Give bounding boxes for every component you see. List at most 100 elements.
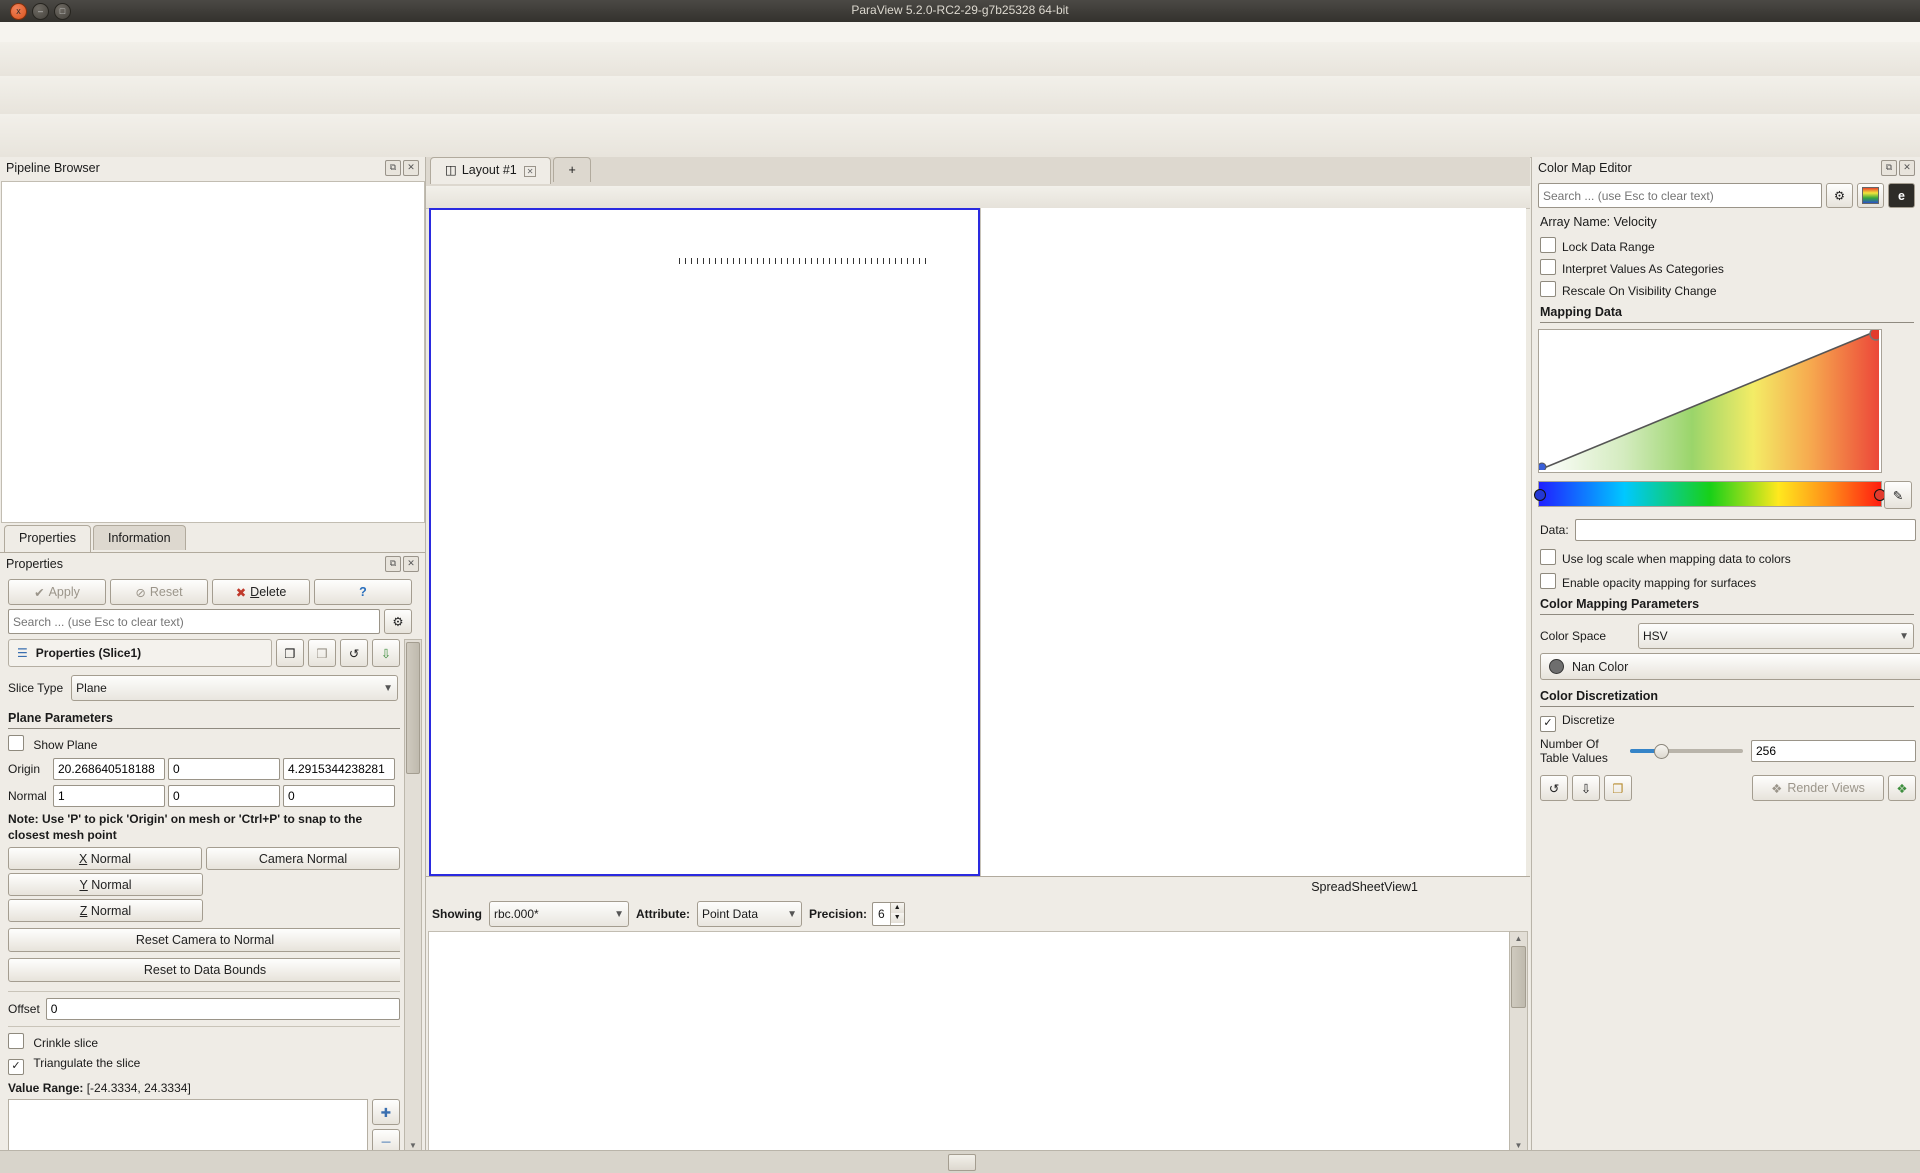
data-value-field[interactable] bbox=[1575, 519, 1916, 541]
showing-dropdown[interactable]: rbc.000*▼ bbox=[489, 901, 629, 927]
mapping-data-heading: Mapping Data bbox=[1540, 305, 1914, 323]
search-options-gear-icon[interactable]: ⚙ bbox=[384, 609, 412, 634]
render-views-button[interactable]: ❖Render Views bbox=[1752, 775, 1884, 801]
color-transfer-strip[interactable] bbox=[1538, 481, 1882, 507]
color-space-dropdown[interactable]: HSV▼ bbox=[1638, 623, 1914, 649]
save-as-default-icon[interactable]: ⇩ bbox=[1572, 775, 1600, 801]
choose-preset-icon[interactable] bbox=[1857, 183, 1884, 208]
new-layout-tab[interactable]: + bbox=[553, 157, 590, 182]
interpret-categories-checkbox[interactable] bbox=[1540, 259, 1556, 275]
render-views-now-icon[interactable]: ❖ bbox=[1888, 775, 1916, 801]
properties-search-input[interactable] bbox=[8, 609, 380, 634]
discretize-checkbox[interactable]: ✓ bbox=[1540, 716, 1556, 732]
float-panel-icon[interactable]: ⧉ bbox=[1881, 160, 1897, 176]
close-panel-icon[interactable]: ✕ bbox=[403, 556, 419, 572]
add-value-button[interactable]: ✚ bbox=[372, 1099, 400, 1125]
cme-search-input[interactable] bbox=[1538, 183, 1822, 208]
spreadsheet-vscrollbar[interactable]: ▲ ▼ bbox=[1509, 931, 1528, 1151]
search-options-gear-icon[interactable]: ⚙ bbox=[1826, 183, 1853, 208]
reset-defaults-icon[interactable]: ↺ bbox=[340, 639, 368, 667]
view-toolbar bbox=[426, 186, 1530, 209]
show-plane-label: Show Plane bbox=[33, 738, 97, 752]
slice-type-dropdown[interactable]: Plane▼ bbox=[71, 675, 398, 701]
render-view[interactable] bbox=[429, 208, 980, 876]
copy-properties-icon[interactable]: ❐ bbox=[276, 639, 304, 667]
x-normal-button[interactable]: X Normal bbox=[8, 847, 202, 870]
transfer-handle-start[interactable] bbox=[1539, 463, 1546, 470]
cme-title: Color Map Editor bbox=[1538, 161, 1632, 175]
log-scale-checkbox[interactable] bbox=[1540, 549, 1556, 565]
lock-data-range-checkbox[interactable] bbox=[1540, 237, 1556, 253]
crinkle-slice-checkbox[interactable] bbox=[8, 1033, 24, 1049]
apply-button[interactable]: ✔Apply bbox=[8, 579, 106, 605]
table-values-row: Number Of Table Values bbox=[1540, 737, 1916, 766]
table-values-slider[interactable] bbox=[1630, 749, 1743, 753]
properties-scrollbar[interactable]: ▼ bbox=[404, 639, 422, 1153]
y-normal-label: Normal bbox=[91, 878, 131, 892]
table-values-field[interactable] bbox=[1751, 740, 1916, 762]
pipeline-tree[interactable] bbox=[1, 181, 425, 523]
help-button[interactable]: ? bbox=[314, 579, 412, 605]
nan-color-button[interactable]: Nan Color bbox=[1540, 653, 1920, 680]
camera-normal-button[interactable]: Camera Normal bbox=[206, 847, 400, 870]
float-panel-icon[interactable]: ⧉ bbox=[385, 160, 401, 176]
float-panel-icon[interactable]: ⧉ bbox=[385, 556, 401, 572]
save-as-preset-icon[interactable]: e bbox=[1888, 183, 1915, 208]
transfer-handle-end[interactable] bbox=[1870, 330, 1879, 340]
scalar-colorbar[interactable] bbox=[679, 238, 929, 277]
reset-to-data-bounds-button[interactable]: Reset to Data Bounds bbox=[8, 958, 400, 982]
main-toolbar bbox=[0, 42, 1920, 77]
attribute-dropdown[interactable]: Point Data▼ bbox=[697, 901, 802, 927]
normal-z-field[interactable] bbox=[283, 785, 395, 807]
paste-properties-icon[interactable]: ❒ bbox=[308, 639, 336, 667]
slice-offsets-buttons: ✚ ─ ⇇ bbox=[372, 1099, 400, 1154]
origin-x-field[interactable] bbox=[53, 758, 165, 780]
splitter-grip[interactable] bbox=[948, 1154, 976, 1171]
slice-offsets-list[interactable] bbox=[8, 1099, 368, 1154]
spreadsheet-table-wrap[interactable] bbox=[428, 931, 1512, 1151]
colorbar-gradient bbox=[679, 264, 929, 277]
precision-spinbox[interactable]: 6▲▼ bbox=[872, 902, 905, 926]
close-panel-icon[interactable]: ✕ bbox=[1899, 160, 1915, 176]
layout-tab[interactable]: ◫Layout #1✕ bbox=[430, 157, 551, 184]
delete-button[interactable]: ✖Delete bbox=[212, 579, 310, 605]
strip-handle-left[interactable] bbox=[1534, 489, 1546, 501]
z-normal-button[interactable]: Z Normal bbox=[8, 899, 203, 922]
close-tab-icon[interactable]: ✕ bbox=[524, 166, 537, 177]
y-normal-button[interactable]: Y Normal bbox=[8, 873, 203, 896]
reset-camera-to-normal-button[interactable]: Reset Camera to Normal bbox=[8, 928, 400, 952]
opacity-mapping-checkbox[interactable] bbox=[1540, 573, 1556, 589]
scroll-up-icon[interactable]: ▲ bbox=[1510, 934, 1527, 943]
lock-data-range-row: Lock Data Range bbox=[1540, 237, 1655, 254]
scroll-down-icon[interactable]: ▼ bbox=[405, 1141, 421, 1150]
save-defaults-icon[interactable]: ⇩ bbox=[372, 639, 400, 667]
show-plane-checkbox[interactable] bbox=[8, 735, 24, 751]
edit-strip-icon[interactable]: ✎ bbox=[1884, 481, 1912, 509]
cme-bottom-row: ↺ ⇩ ❐ ❖Render Views ❖ bbox=[1540, 775, 1916, 801]
parallel-coordinates-view[interactable] bbox=[980, 208, 1526, 876]
offset-field[interactable] bbox=[46, 998, 400, 1020]
triangulate-checkbox[interactable]: ✓ bbox=[8, 1059, 24, 1075]
rescale-visibility-checkbox[interactable] bbox=[1540, 281, 1556, 297]
load-palette-icon[interactable]: ❐ bbox=[1604, 775, 1632, 801]
chevron-down-icon: ▼ bbox=[608, 909, 624, 920]
color-map-editor: Color Map Editor ⧉ ✕ ⚙ e Array Name: Vel… bbox=[1531, 157, 1920, 1155]
section-handle-icon: ☰ bbox=[17, 646, 28, 660]
section-title-box[interactable]: ☰Properties (Slice1) bbox=[8, 639, 272, 667]
tab-information[interactable]: Information bbox=[93, 525, 186, 550]
origin-y-field[interactable] bbox=[168, 758, 280, 780]
normal-y-field[interactable] bbox=[168, 785, 280, 807]
spin-up-icon[interactable]: ▲ bbox=[891, 903, 904, 913]
normal-buttons-row2: Y Normal bbox=[8, 873, 400, 896]
close-panel-icon[interactable]: ✕ bbox=[403, 160, 419, 176]
reset-button[interactable]: ⊘Reset bbox=[110, 579, 208, 605]
discretization-heading: Color Discretization bbox=[1540, 689, 1914, 707]
tab-properties[interactable]: Properties bbox=[4, 525, 91, 552]
precision-label: Precision: bbox=[809, 907, 867, 921]
scroll-down-icon[interactable]: ▼ bbox=[1510, 1141, 1527, 1150]
spin-down-icon[interactable]: ▼ bbox=[891, 913, 904, 923]
origin-z-field[interactable] bbox=[283, 758, 395, 780]
restore-defaults-icon[interactable]: ↺ bbox=[1540, 775, 1568, 801]
opacity-function-widget[interactable] bbox=[1538, 329, 1882, 473]
normal-x-field[interactable] bbox=[53, 785, 165, 807]
